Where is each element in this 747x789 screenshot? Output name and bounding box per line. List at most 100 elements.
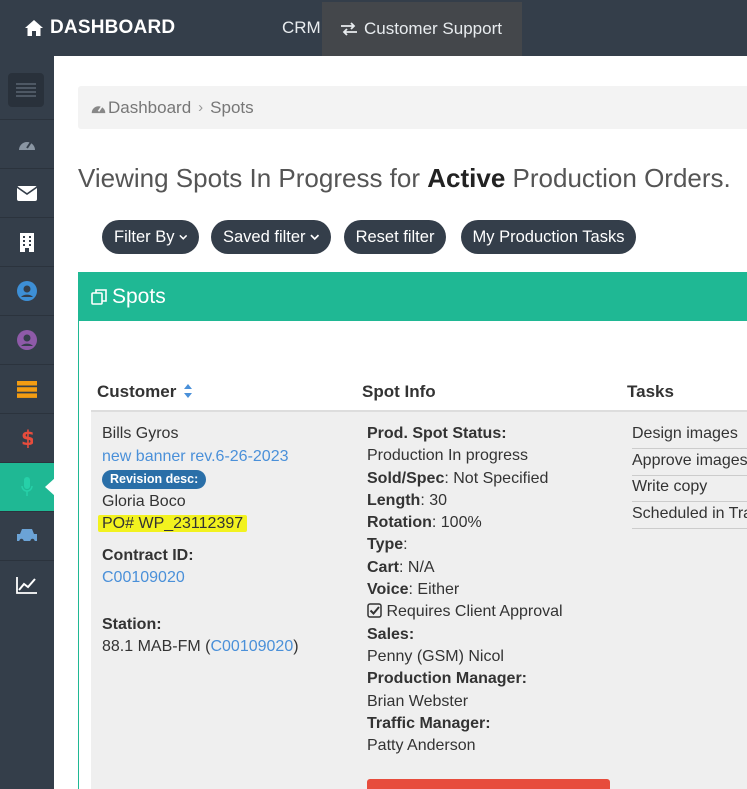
production-manager-value: Brian Webster — [367, 692, 469, 710]
column-header-tasks: Tasks — [627, 382, 674, 401]
dashboard-icon — [91, 105, 106, 113]
po-number: PO# WP_23112397 — [98, 515, 248, 532]
building-icon — [20, 232, 34, 252]
microphone-icon — [21, 477, 33, 496]
nav-customer-support-label: Customer Support — [364, 19, 502, 38]
station-close-paren: ) — [293, 638, 299, 655]
voice-value: : Either — [408, 581, 460, 599]
exchange-icon — [341, 22, 357, 36]
breadcrumb-current: Spots — [210, 97, 254, 117]
reset-filter-button[interactable]: Reset filter — [344, 220, 446, 254]
brand-link[interactable]: DASHBOARD — [0, 0, 190, 56]
dashboard-icon — [19, 141, 35, 150]
sold-spec-label: Sold/Spec — [367, 469, 445, 487]
sidebar-item-mail[interactable] — [0, 168, 54, 217]
sidebar-item-dashboard[interactable] — [0, 119, 54, 168]
menu-icon — [16, 83, 36, 97]
line-chart-icon — [16, 577, 37, 594]
page-title-emphasis: Active — [427, 163, 506, 193]
checkbox-checked-icon — [367, 603, 382, 619]
contract-id-link[interactable]: C00109020 — [102, 567, 299, 590]
page-title-prefix: Viewing Spots In Progress for — [78, 163, 421, 193]
order-link[interactable]: new banner rev.6-26-2023 — [102, 446, 299, 469]
task-item[interactable]: Scheduled in Traffic — [632, 502, 747, 529]
breadcrumb-dashboard-link[interactable]: Dashboard — [108, 98, 191, 118]
voice-label: Voice — [367, 581, 409, 599]
spots-panel-header: Spots — [79, 273, 747, 321]
type-value: : — [403, 536, 408, 554]
contact-name: Gloria Boco — [102, 492, 186, 510]
sort-icon — [184, 384, 193, 398]
nav-customer-support[interactable]: Customer Support — [322, 2, 522, 56]
brand-label: DASHBOARD — [50, 17, 176, 38]
sidebar-item-contacts[interactable] — [0, 266, 54, 315]
breadcrumb: Dashboard › Spots — [78, 86, 747, 129]
task-item[interactable]: Approve images — [632, 449, 747, 476]
sold-spec-value: : Not Specified — [444, 469, 549, 487]
client-approval-row: Requires Client Approval — [367, 601, 563, 623]
sidebar-item-vehicles[interactable] — [0, 511, 54, 560]
sidebar-item-companies[interactable] — [0, 217, 54, 266]
column-header-customer-label: Customer — [97, 382, 177, 401]
chevron-down-icon — [309, 234, 319, 240]
customer-name: Bills Gyros — [102, 425, 179, 442]
spots-panel-title: Spots — [112, 285, 166, 308]
spot-info-cell: Prod. Spot Status: Production In progres… — [367, 423, 563, 757]
user-circle-purple-icon — [17, 330, 37, 350]
top-navbar: DASHBOARD CRM Customer Support — [0, 0, 747, 56]
sidebar-item-users[interactable] — [0, 315, 54, 364]
car-icon — [17, 529, 37, 544]
sidebar-item-production[interactable] — [0, 462, 55, 511]
station-label: Station: — [102, 615, 162, 633]
station-contract-link[interactable]: C00109020 — [210, 638, 293, 655]
envelope-icon — [17, 185, 37, 201]
action-button[interactable] — [367, 779, 610, 789]
spot-status-value: Production In progress — [367, 447, 528, 465]
client-approval-label: Requires Client Approval — [386, 603, 563, 621]
sidebar-toggle-button[interactable] — [8, 73, 44, 107]
rotation-label: Rotation — [367, 514, 432, 532]
revision-desc-badge: Revision desc: — [102, 470, 207, 489]
task-item[interactable]: Write copy — [632, 475, 747, 502]
page-title: Viewing Spots In Progress for Active Pro… — [78, 163, 731, 194]
task-item[interactable]: Design images — [632, 422, 747, 449]
column-header-spot-info: Spot Info — [362, 382, 436, 401]
page-title-suffix: Production Orders. — [512, 163, 731, 193]
rotation-value: : 100% — [431, 514, 482, 532]
traffic-manager-value: Patty Anderson — [367, 737, 476, 755]
contract-id-label: Contract ID: — [102, 546, 194, 564]
breadcrumb-separator: › — [198, 99, 204, 116]
user-circle-icon — [17, 281, 37, 301]
saved-filter-label: Saved filter — [223, 227, 306, 246]
cart-label: Cart — [367, 558, 400, 576]
station-value: 88.1 MAB-FM (C00109020) — [102, 636, 299, 659]
nav-crm[interactable]: CRM — [282, 0, 321, 56]
sidebar-item-billing[interactable]: $ — [0, 413, 54, 462]
station-name: 88.1 MAB-FM ( — [102, 638, 211, 655]
sidebar-item-reports[interactable] — [0, 560, 54, 609]
traffic-manager-label: Traffic Manager: — [367, 714, 491, 732]
sidebar: $ — [0, 56, 55, 789]
filter-by-label: Filter By — [114, 227, 175, 246]
spot-status-label: Prod. Spot Status: — [367, 425, 507, 442]
server-icon — [17, 380, 37, 398]
length-label: Length — [367, 491, 421, 509]
sales-label: Sales: — [367, 625, 415, 643]
filter-by-dropdown[interactable]: Filter By — [102, 220, 199, 254]
cart-value: : N/A — [399, 558, 435, 576]
saved-filter-dropdown[interactable]: Saved filter — [211, 220, 331, 254]
dollar-icon: $ — [21, 428, 33, 448]
length-value: : 30 — [420, 491, 448, 509]
my-production-tasks-button[interactable]: My Production Tasks — [461, 220, 636, 254]
chevron-down-icon — [178, 234, 187, 240]
type-label: Type — [367, 536, 404, 554]
copy-icon — [91, 289, 107, 305]
customer-cell: Bills Gyros new banner rev.6-26-2023 Rev… — [98, 423, 299, 659]
svg-text:$: $ — [21, 428, 33, 448]
home-icon — [25, 20, 43, 36]
sidebar-item-inventory[interactable] — [0, 364, 54, 413]
active-indicator — [45, 478, 55, 496]
column-header-customer[interactable]: Customer — [97, 382, 193, 402]
sales-value: Penny (GSM) Nicol — [367, 647, 504, 665]
production-manager-label: Production Manager: — [367, 670, 528, 688]
